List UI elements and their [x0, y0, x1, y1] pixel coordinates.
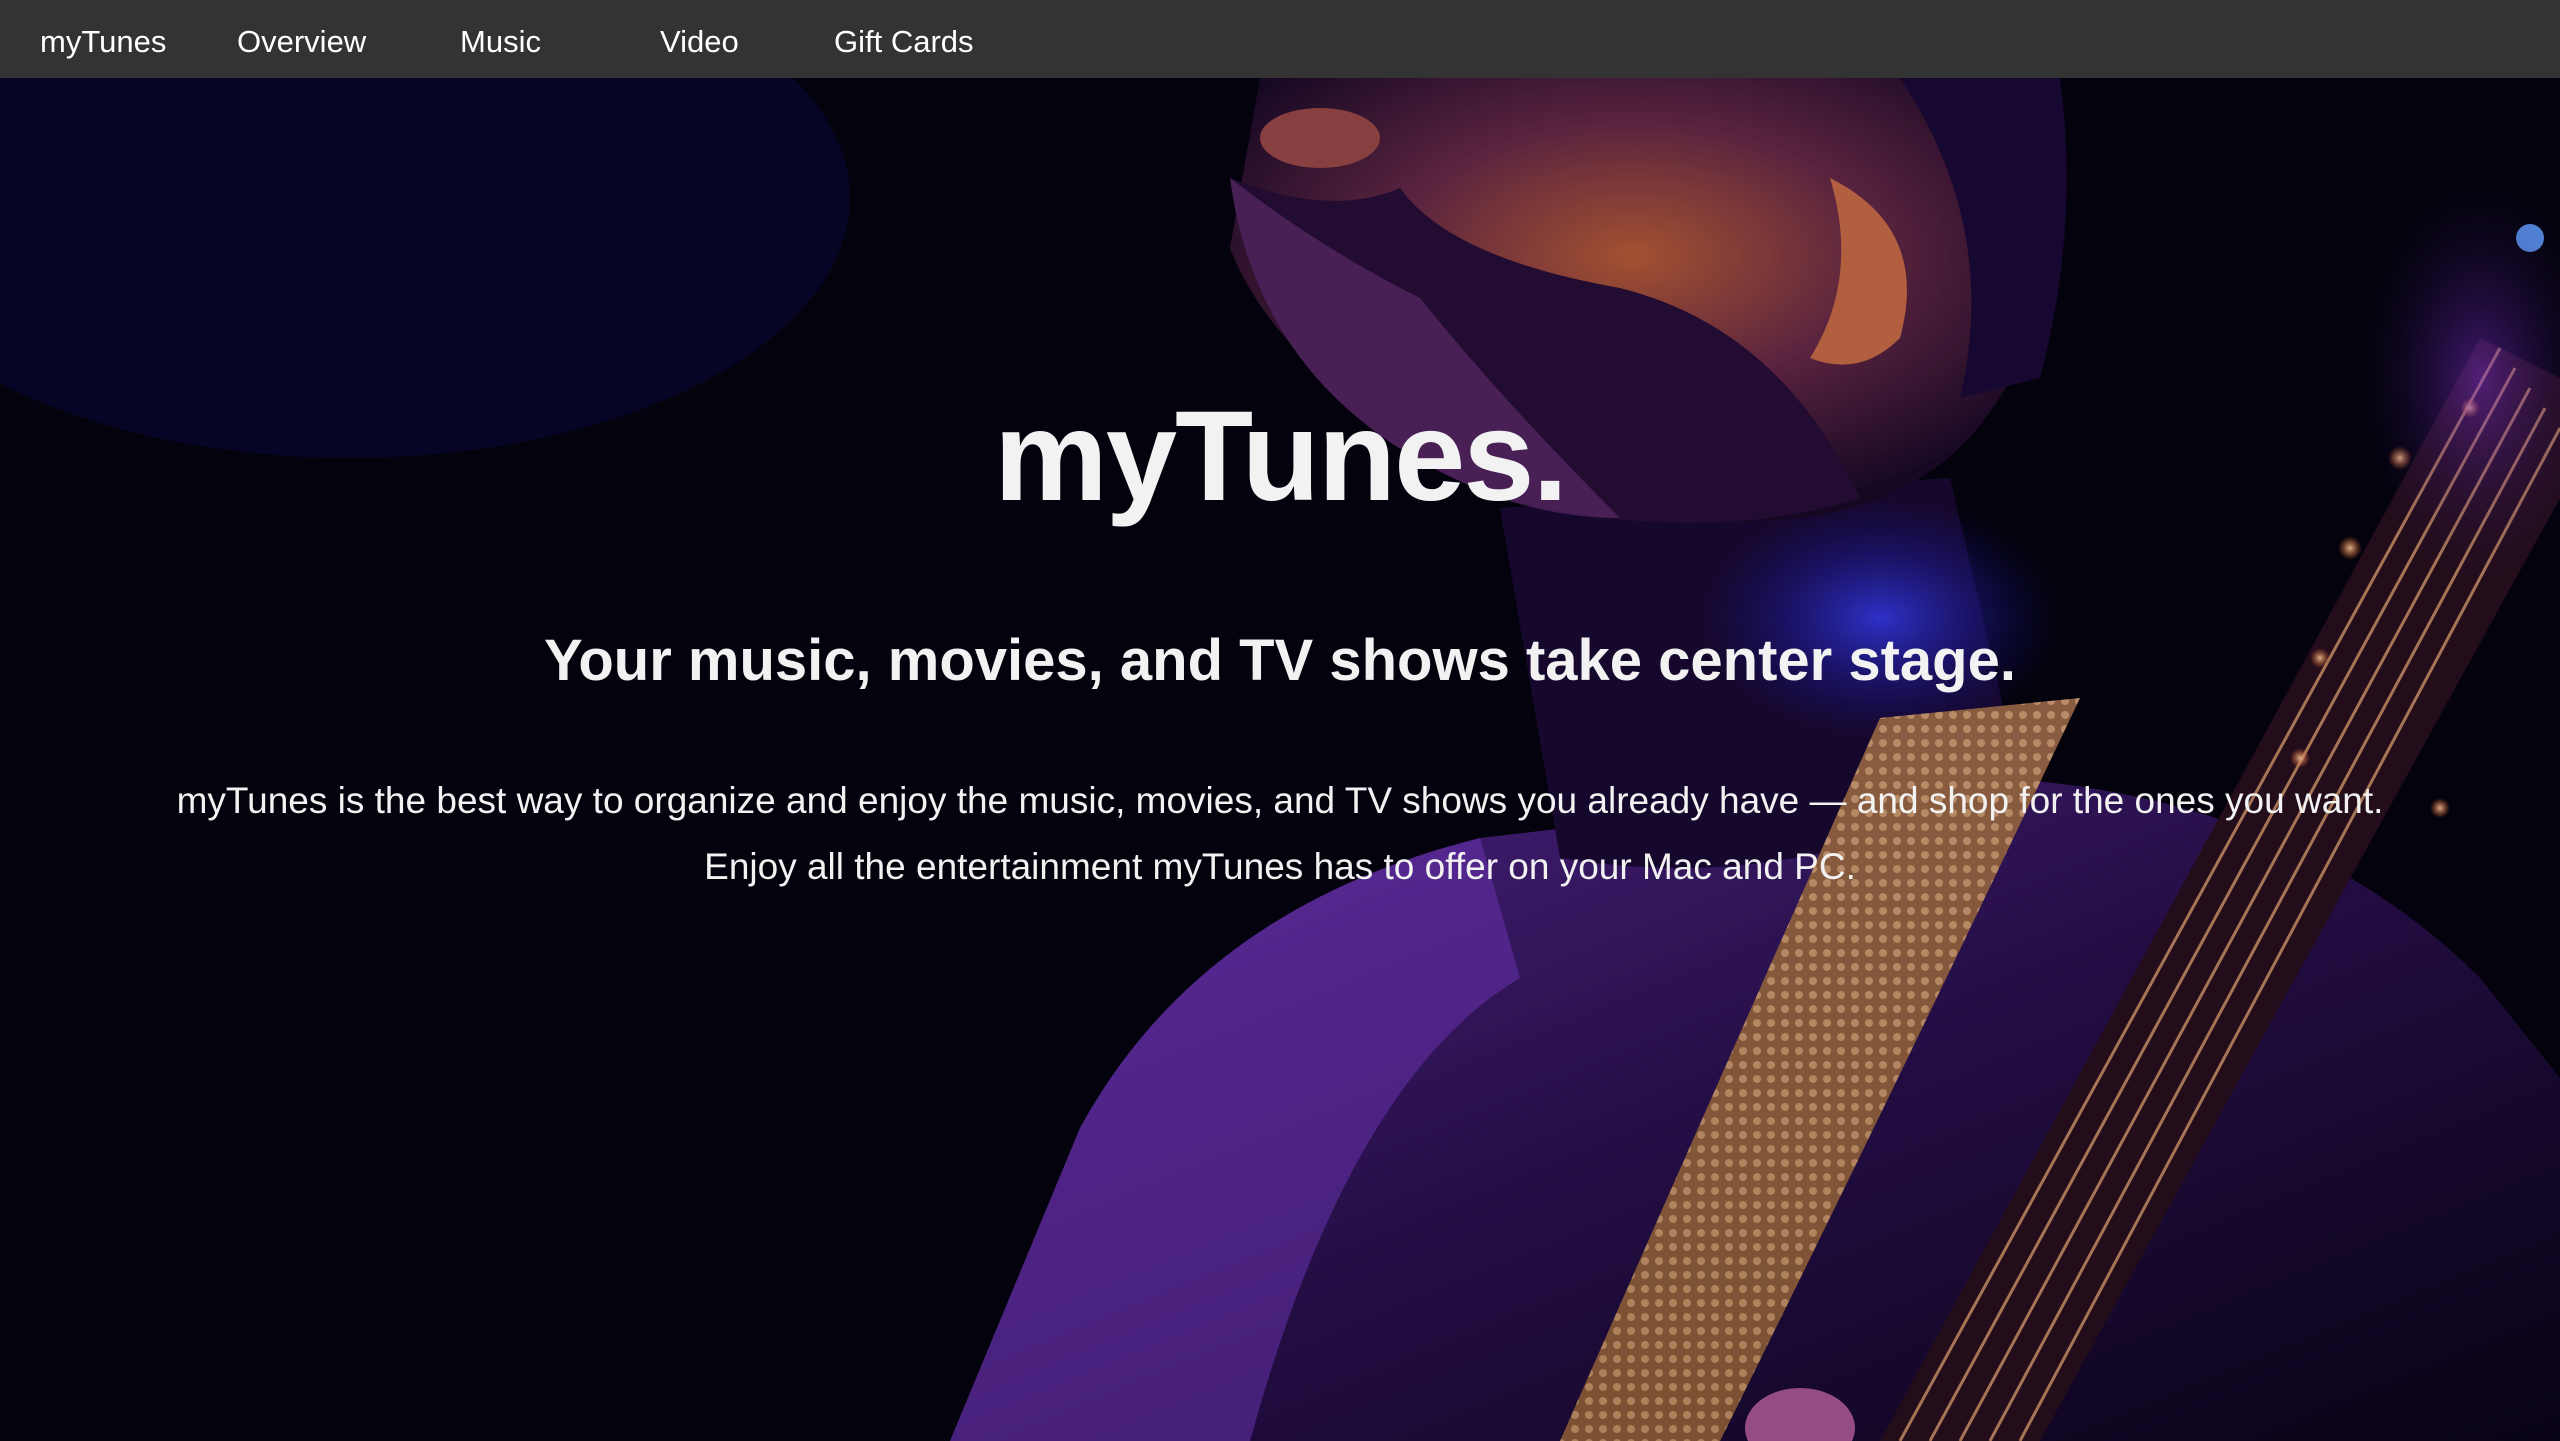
nav-item-overview[interactable]: Overview [237, 0, 366, 78]
nav-item-music[interactable]: Music [460, 0, 541, 78]
hero-concert-image [0, 78, 2560, 1441]
hero-description-line-1: myTunes is the best way to organize and … [176, 780, 2384, 821]
nav-brand-mytunes[interactable]: myTunes [40, 0, 166, 78]
page: myTunes Overview Music Video Gift Cards [0, 0, 2560, 1441]
nav-item-gift-cards[interactable]: Gift Cards [834, 0, 974, 78]
hero-section: myTunes. Your music, movies, and TV show… [0, 78, 2560, 1441]
top-navbar: myTunes Overview Music Video Gift Cards [0, 0, 2560, 78]
hero-description-line-2: Enjoy all the entertainment myTunes has … [704, 846, 1856, 887]
nav-item-video[interactable]: Video [660, 0, 739, 78]
hero-subtitle: Your music, movies, and TV shows take ce… [544, 628, 2016, 693]
hero-title: myTunes. [994, 385, 1568, 528]
hero-description: myTunes is the best way to organize and … [0, 768, 2560, 900]
